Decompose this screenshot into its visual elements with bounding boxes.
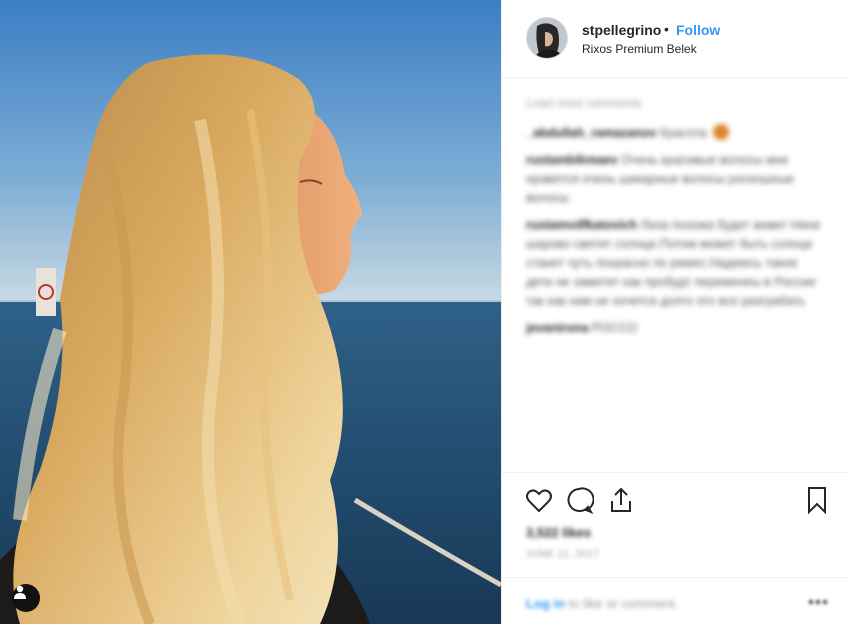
more-options-icon xyxy=(809,600,827,604)
comment-item: jevanirona РОССО xyxy=(526,319,826,338)
share-icon xyxy=(611,487,631,512)
avatar[interactable] xyxy=(526,17,568,59)
avatar-image xyxy=(527,18,567,58)
load-more-comments[interactable]: Load more comments xyxy=(526,96,826,110)
likes-count[interactable]: 3,522 likes xyxy=(526,525,591,540)
comment-item: rustamvdfkatovich Лиза похожа будет живе… xyxy=(526,216,826,311)
comment-item: rustambikmaev Очень красивые волосы мне … xyxy=(526,151,826,208)
user-tag-button[interactable] xyxy=(12,584,40,612)
share-button[interactable] xyxy=(606,485,636,515)
comment-username[interactable]: rustamvdfkatovich xyxy=(526,218,637,232)
comment-username[interactable]: jevanirona xyxy=(526,321,589,335)
login-link[interactable]: Log in xyxy=(526,596,565,611)
more-options-button[interactable] xyxy=(806,590,830,614)
comment-button[interactable] xyxy=(564,485,595,515)
comment-item: _abdullah_ramazanov Красота xyxy=(526,124,826,143)
post-header: stpellegrino • Follow Rixos Premium Bele… xyxy=(502,0,850,78)
comment-icon xyxy=(567,487,595,515)
heart-icon xyxy=(526,489,552,513)
save-button[interactable] xyxy=(802,485,832,515)
comment-text: Красота xyxy=(660,126,707,140)
post-location[interactable]: Rixos Premium Belek xyxy=(582,42,697,56)
post-image xyxy=(0,0,501,624)
emoji-icon xyxy=(713,124,730,140)
like-button[interactable] xyxy=(524,485,554,515)
login-rest-text: to like or comment. xyxy=(568,596,679,611)
comment-username[interactable]: _abdullah_ramazanov xyxy=(526,126,657,140)
comments-list: Load more comments _abdullah_ramazanov К… xyxy=(526,96,826,346)
comment-username[interactable]: rustambikmaev xyxy=(526,153,618,167)
post-side-panel: stpellegrino • Follow Rixos Premium Bele… xyxy=(501,0,850,624)
post-date: JUNE 11, 2017 xyxy=(526,549,600,560)
login-prompt: Log in to like or comment. xyxy=(502,577,850,626)
login-text: Log in to like or comment. xyxy=(526,596,678,611)
separator-dot: • xyxy=(664,21,669,37)
post-actions: 3,522 likes JUNE 11, 2017 Log in to like… xyxy=(502,472,850,613)
bookmark-icon xyxy=(808,487,826,515)
comment-text: РОССО xyxy=(592,321,638,335)
post-username[interactable]: stpellegrino xyxy=(582,22,661,38)
follow-button[interactable]: Follow xyxy=(676,22,720,38)
post-photo[interactable] xyxy=(0,0,501,624)
user-tag-icon xyxy=(14,585,26,599)
